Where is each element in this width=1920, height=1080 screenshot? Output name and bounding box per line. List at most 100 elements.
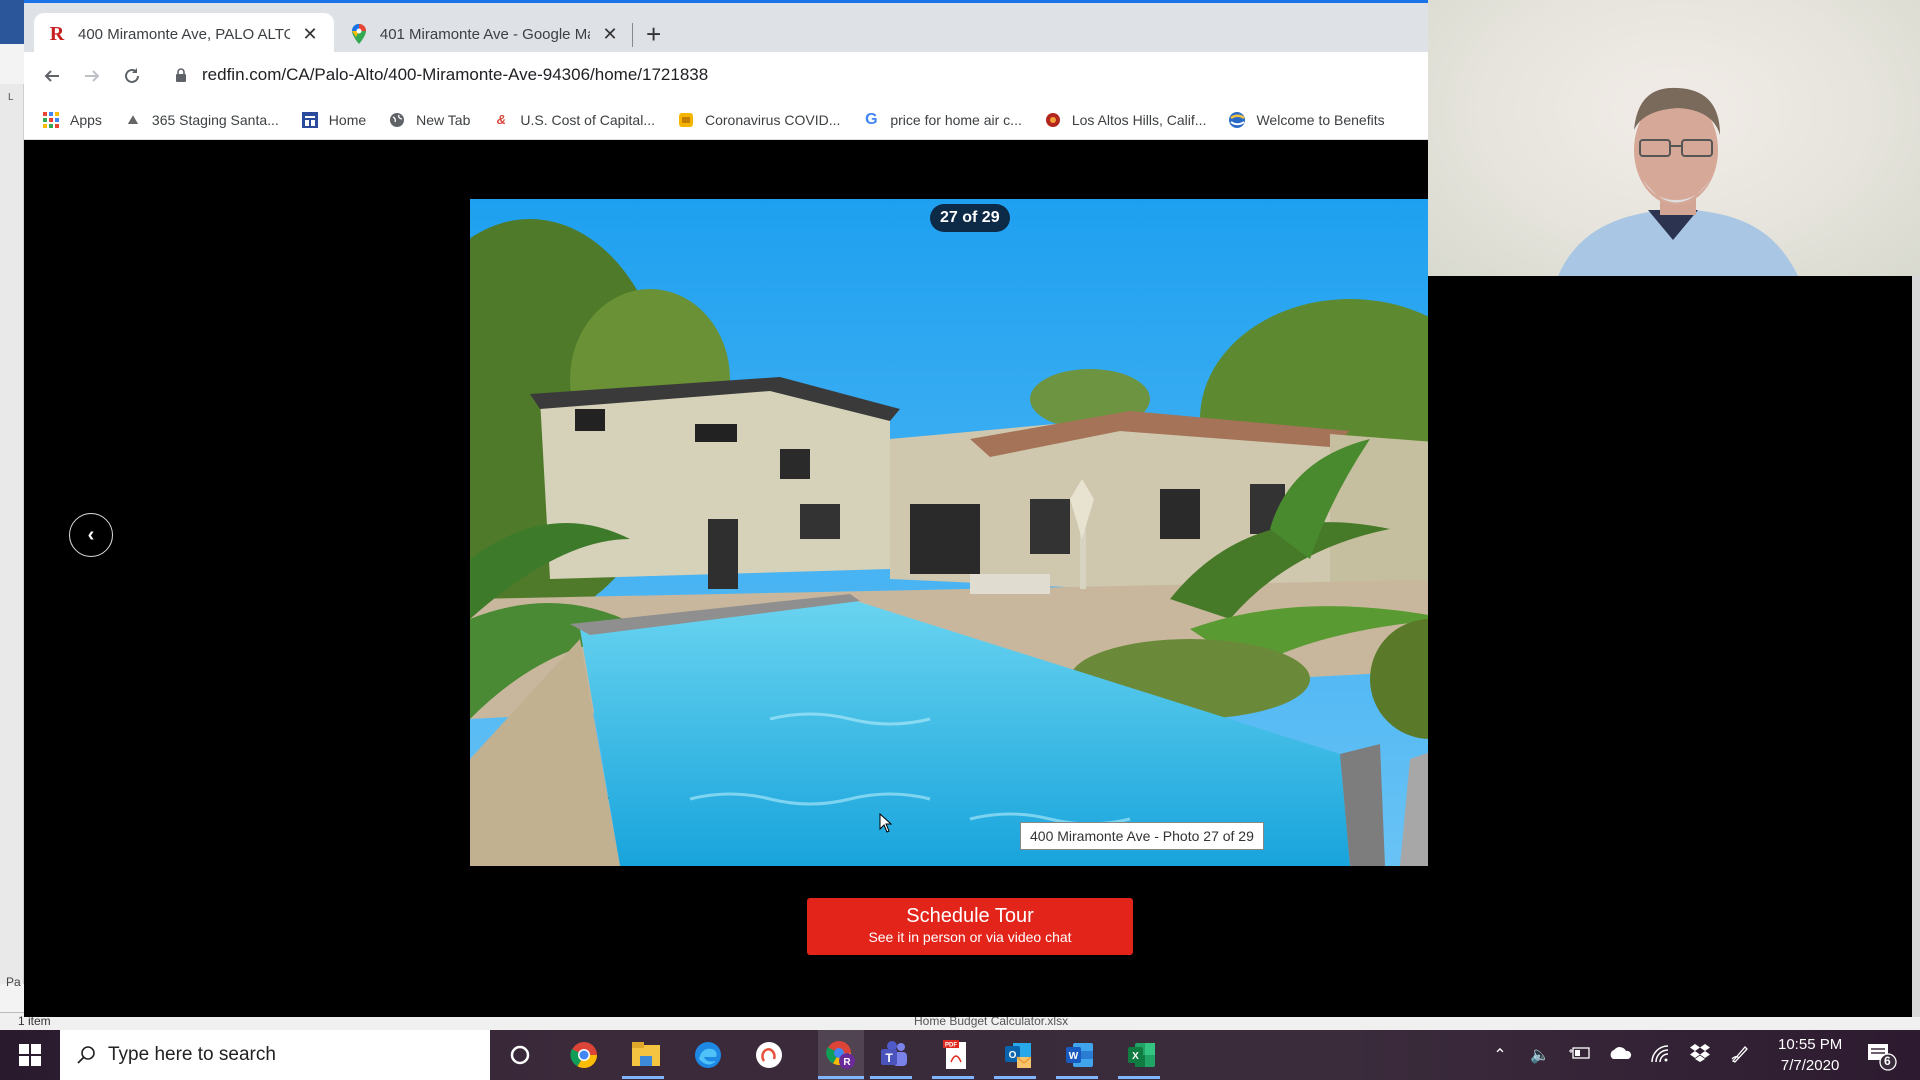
cortana-button[interactable] <box>504 1039 536 1071</box>
bookmark-price-home-air[interactable]: G price for home air c... <box>862 111 1022 129</box>
bookmark-los-altos-hills[interactable]: Los Altos Hills, Calif... <box>1044 111 1206 129</box>
browser-window: R 400 Miramonte Ave, PALO ALTO, CA ✕ 401… <box>24 0 1871 1017</box>
photo-tooltip: 400 Miramonte Ave - Photo 27 of 29 <box>1020 822 1264 850</box>
bookmark-label: Home <box>328 111 367 128</box>
schedule-tour-button[interactable]: Schedule Tour See it in person or via vi… <box>807 898 1133 955</box>
pdf-icon: PDF <box>943 1040 966 1069</box>
pen-workspace-button[interactable] <box>1720 1043 1760 1068</box>
schedule-tour-subtitle: See it in person or via video chat <box>868 929 1072 945</box>
back-button[interactable] <box>38 62 66 90</box>
vertical-ruler <box>0 84 24 984</box>
wifi-icon <box>1651 1044 1669 1062</box>
network-button[interactable] <box>1640 1044 1680 1067</box>
active-app-indicator <box>1118 1076 1160 1079</box>
taskbar-word[interactable]: W <box>1064 1039 1096 1071</box>
apps-grid-icon <box>42 111 60 129</box>
bookmark-apps[interactable]: Apps <box>42 111 102 129</box>
forward-button[interactable] <box>78 62 106 90</box>
active-app-indicator <box>994 1076 1036 1079</box>
clock-time: 10:55 PM <box>1778 1036 1843 1053</box>
search-placeholder: Type here to search <box>108 1044 276 1065</box>
photo-viewer: 27 of 29 400 Miramonte Ave - Photo 27 of… <box>24 140 1871 1017</box>
staging-icon: ⛰ <box>127 111 139 127</box>
active-app-indicator <box>818 1076 864 1079</box>
new-tab-button[interactable]: + <box>646 19 661 49</box>
folder-icon <box>632 1042 660 1066</box>
taskbar-edge[interactable] <box>692 1039 724 1071</box>
search-icon <box>77 1046 95 1064</box>
onedrive-button[interactable] <box>1600 1046 1640 1065</box>
bookmark-benefits[interactable]: Welcome to Benefits <box>1228 111 1385 129</box>
action-center-button[interactable]: 6 <box>1868 1042 1898 1077</box>
svg-text:PDF: PDF <box>945 1043 957 1049</box>
windows-logo-icon <box>19 1044 41 1066</box>
close-tab-icon[interactable]: ✕ <box>302 24 318 45</box>
taskbar-excel[interactable]: X <box>1126 1039 1158 1071</box>
teams-icon: T <box>881 1041 907 1066</box>
desktop: L Pa 1 item Home Budget Calculator.xlsx … <box>0 0 1920 1080</box>
tab-title: 401 Miramonte Ave - Google Maps <box>379 25 591 43</box>
google-icon: G <box>865 110 878 128</box>
excel-icon: X <box>1128 1043 1155 1067</box>
background-side-text: Pa <box>6 975 21 989</box>
bookmark-coronavirus[interactable]: Coronavirus COVID... <box>677 111 840 129</box>
browser-toolbar: redfin.com/CA/Palo-Alto/400-Miramonte-Av… <box>24 52 1428 100</box>
mouse-cursor-icon <box>879 812 893 838</box>
tab-separator <box>632 23 633 47</box>
notification-icon <box>1868 1044 1897 1071</box>
globe-icon <box>388 111 406 129</box>
system-tray: ⌃ 🔈 <box>1480 1030 1760 1080</box>
bookmark-cost-of-capital[interactable]: & U.S. Cost of Capital... <box>492 111 655 129</box>
notification-count-badge: 6 <box>1884 1054 1891 1068</box>
bookmark-new-tab[interactable]: New Tab <box>388 111 470 129</box>
chevron-left-icon: ‹ <box>87 523 95 546</box>
redfin-icon: R <box>49 22 65 45</box>
bookmark-home[interactable]: Home <box>301 111 366 129</box>
volume-button[interactable]: 🔈 <box>1520 1045 1560 1065</box>
window-edge <box>1912 276 1920 1017</box>
pool-house-photo <box>470 199 1469 866</box>
lock-icon[interactable] <box>176 68 186 82</box>
start-button[interactable] <box>0 1030 60 1080</box>
taskbar-chrome[interactable] <box>568 1039 600 1071</box>
back-arrow-icon <box>44 70 59 82</box>
edge-icon <box>695 1042 721 1068</box>
dropbox-button[interactable] <box>1680 1043 1720 1067</box>
bookmark-label: Coronavirus COVID... <box>704 111 841 128</box>
taskbar-teams[interactable]: T <box>878 1039 910 1071</box>
close-tab-icon[interactable]: ✕ <box>602 24 618 45</box>
bookmark-365-staging[interactable]: ⛰ 365 Staging Santa... <box>124 111 279 129</box>
bookmark-label: 365 Staging Santa... <box>151 111 279 128</box>
app-a-icon <box>756 1042 782 1068</box>
show-hidden-icons-button[interactable]: ⌃ <box>1480 1045 1520 1065</box>
taskbar-acrobat[interactable]: PDF <box>940 1039 972 1071</box>
ruler-tab-marker: L <box>8 92 14 103</box>
taskbar-chrome-profile[interactable]: R <box>818 1030 864 1080</box>
photo-counter-badge: 27 of 29 <box>930 204 1010 232</box>
reload-button[interactable] <box>118 62 146 90</box>
system-clock[interactable]: 10:55 PM 7/7/2020 <box>1778 1034 1842 1076</box>
svg-text:W: W <box>1069 1051 1079 1062</box>
property-photo[interactable] <box>470 199 1469 866</box>
taskbar-outlook[interactable]: O <box>1002 1039 1034 1071</box>
taskbar-file-explorer[interactable] <box>630 1039 662 1071</box>
tab-redfin[interactable]: R 400 Miramonte Ave, PALO ALTO, CA ✕ <box>34 13 334 55</box>
taskbar-app-a[interactable] <box>753 1039 785 1071</box>
google-maps-icon <box>350 24 368 44</box>
bookmark-label: New Tab <box>416 111 471 128</box>
taskbar-search-box[interactable]: Type here to search <box>60 1030 490 1080</box>
active-app-indicator <box>622 1076 664 1079</box>
previous-photo-button[interactable]: ‹ <box>69 513 113 557</box>
bookmarks-bar: Apps ⛰ 365 Staging Santa... Home New Tab… <box>24 100 1428 140</box>
bookmark-label: U.S. Cost of Capital... <box>520 111 655 128</box>
word-icon: W <box>1066 1043 1093 1067</box>
address-bar[interactable]: redfin.com/CA/Palo-Alto/400-Miramonte-Av… <box>202 65 708 85</box>
battery-button[interactable] <box>1560 1046 1600 1064</box>
speaker-icon: 🔈 <box>1530 1047 1550 1064</box>
tab-google-maps[interactable]: 401 Miramonte Ave - Google Maps ✕ <box>336 13 632 55</box>
svg-text:X: X <box>1132 1051 1139 1062</box>
chevron-up-icon: ⌃ <box>1493 1047 1507 1064</box>
battery-icon <box>1569 1047 1590 1059</box>
schedule-tour-title: Schedule Tour <box>906 905 1034 927</box>
los-altos-icon <box>1044 111 1062 129</box>
